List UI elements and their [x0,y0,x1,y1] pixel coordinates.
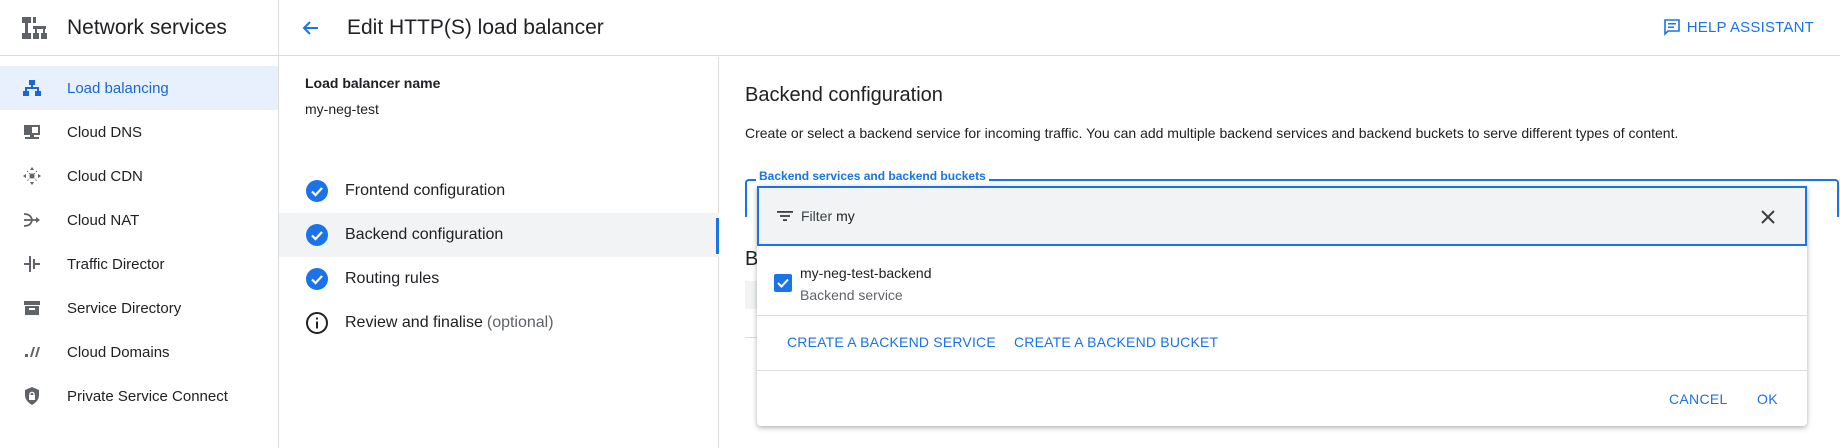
step-label: Backend configuration [345,226,504,243]
step-optional-label: (optional) [486,314,554,331]
create-backend-bucket-button[interactable]: CREATE A BACKEND BUCKET [1014,334,1218,350]
step-frontend-configuration[interactable]: Frontend configuration [279,169,719,213]
nav-item-cloud-nat[interactable]: Cloud NAT [0,198,278,242]
ok-button[interactable]: OK [1757,391,1778,407]
chat-help-icon [1663,19,1680,36]
nav-item-label: Load balancing [67,79,169,97]
nav-item-label: Cloud NAT [67,211,140,229]
create-actions: CREATE A BACKEND SERVICE CREATE A BACKEN… [757,317,1807,371]
option-checkbox[interactable] [774,274,792,292]
nav-item-cloud-domains[interactable]: Cloud Domains [0,330,278,374]
nav-item-label: Traffic Director [67,255,165,273]
back-button[interactable] [299,16,323,40]
section-title: Backend configuration [745,84,943,106]
nav-item-label: Service Directory [67,299,182,317]
domains-icon [22,342,42,362]
step-label: Review and finalise [345,314,483,331]
nav-item-label: Cloud Domains [67,343,170,361]
nav-item-label: Cloud CDN [67,167,143,185]
step-routing-rules[interactable]: Routing rules [279,257,719,301]
nav-item-cloud-cdn[interactable]: Cloud CDN [0,154,278,198]
nav-item-label: Private Service Connect [67,387,228,405]
step-label: Routing rules [345,270,440,287]
load-balancing-icon [22,78,42,98]
network-services-icon [22,16,47,39]
arrow-back-icon [302,20,318,35]
cdn-icon [22,166,42,186]
backend-select-dropdown: Filter my my-neg-test-backend Backend se… [757,186,1807,426]
nav-list: Load balancing Cloud DNS Cloud CDN Cloud… [0,56,278,418]
page-title: Edit HTTP(S) load balancer [347,15,604,39]
option-type: Backend service [800,287,903,303]
info-icon [306,312,328,334]
top-bar: Edit HTTP(S) load balancer HELP ASSISTAN… [279,0,1840,56]
check-icon [777,278,789,288]
nav-item-cloud-dns[interactable]: Cloud DNS [0,110,278,154]
nav-header: Network services [0,0,278,56]
close-icon[interactable] [1757,206,1779,228]
option-name: my-neg-test-backend [800,265,932,281]
help-assistant-button[interactable]: HELP ASSISTANT [1663,18,1814,36]
product-title: Network services [67,15,227,39]
shield-lock-icon [22,386,42,406]
nav-item-service-directory[interactable]: Service Directory [0,286,278,330]
traffic-director-icon [22,254,42,274]
step-review-and-finalise[interactable]: Review and finalise (optional) [279,301,719,345]
nav-item-label: Cloud DNS [67,123,143,141]
nav-item-private-service-connect[interactable]: Private Service Connect [0,374,278,418]
dns-icon [22,122,42,142]
check-circle-icon [306,180,328,202]
filter-input[interactable]: Filter my [757,186,1807,246]
lb-name-label: Load balancer name [305,75,441,91]
help-assistant-label: HELP ASSISTANT [1686,18,1814,36]
filter-label: Filter [801,208,833,224]
create-backend-service-button[interactable]: CREATE A BACKEND SERVICE [787,334,996,350]
step-backend-configuration[interactable]: Backend configuration [279,213,719,257]
check-circle-icon [306,268,328,290]
lb-name-value: my-neg-test [305,101,379,117]
filter-value: my [836,208,855,224]
section-description: Create or select a backend service for i… [745,125,1679,141]
stepper-panel: Load balancer name my-neg-test Frontend … [279,57,719,448]
check-circle-icon [306,224,328,246]
left-nav: Network services Load balancing Cloud DN… [0,0,279,448]
cancel-button[interactable]: CANCEL [1669,391,1728,407]
nat-icon [22,210,42,230]
nav-item-traffic-director[interactable]: Traffic Director [0,242,278,286]
list-item[interactable]: my-neg-test-backend Backend service [757,246,1807,316]
backend-select-label: Backend services and backend buckets [756,169,989,183]
nav-item-load-balancing[interactable]: Load balancing [0,66,278,110]
service-directory-icon [22,298,42,318]
filter-icon [777,211,793,221]
step-label: Frontend configuration [345,182,506,199]
